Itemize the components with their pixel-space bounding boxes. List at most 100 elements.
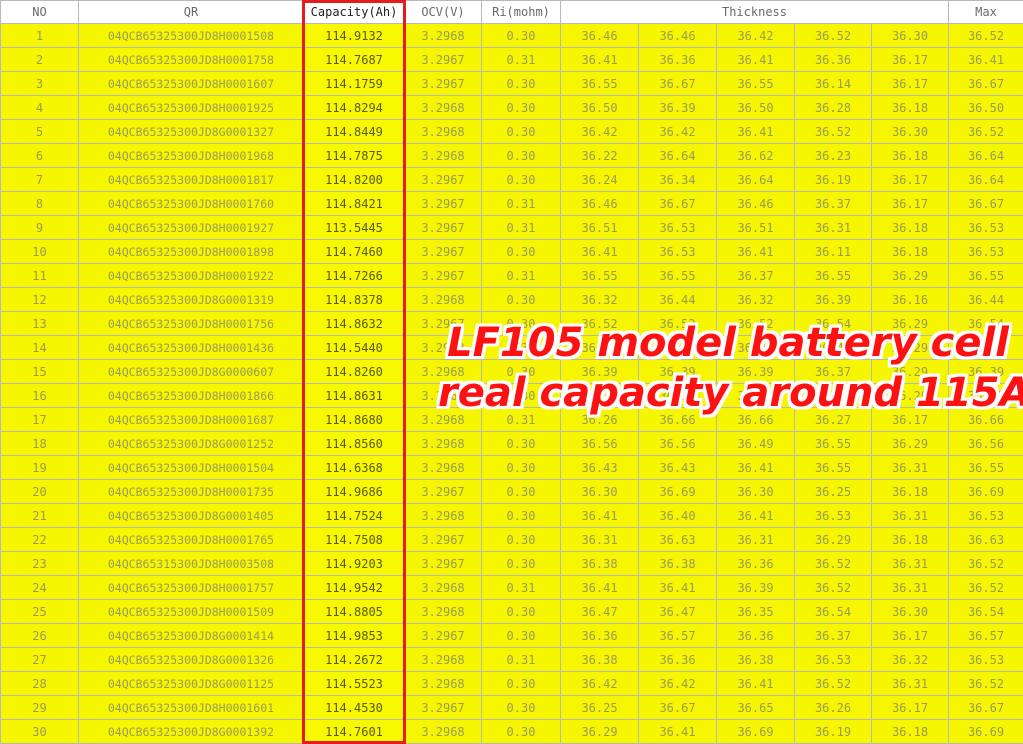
cell-ocv[interactable]: 3.2968	[404, 287, 482, 312]
cell-max[interactable]: 36.56	[948, 431, 1023, 456]
cell-thickness-3[interactable]: 36.41	[716, 47, 795, 72]
cell-no[interactable]: 5	[0, 119, 79, 144]
cell-max[interactable]: 36.52	[948, 551, 1023, 576]
cell-max[interactable]: 36.53	[948, 215, 1023, 240]
cell-qr[interactable]: 04QCB65325300JD8H0001925	[78, 95, 304, 120]
cell-capacity[interactable]: 114.5440	[303, 335, 405, 360]
cell-capacity[interactable]: 114.9686	[303, 479, 405, 504]
cell-thickness-4[interactable]: 36.55	[794, 455, 872, 480]
cell-thickness-5[interactable]: 36.17	[870, 71, 950, 96]
cell-thickness-4[interactable]: 36.23	[794, 143, 872, 168]
cell-thickness-4[interactable]: 36.36	[794, 47, 872, 72]
cell-max[interactable]: 36.54	[948, 599, 1023, 624]
cell-qr[interactable]: 04QCB65325300JD8H0001735	[78, 479, 304, 504]
cell-thickness-2[interactable]: 36.42	[638, 119, 717, 144]
cell-no[interactable]: 17	[0, 407, 79, 432]
cell-qr[interactable]: 04QCB65325300JD8G0001327	[78, 119, 304, 144]
cell-capacity[interactable]: 114.9132	[303, 23, 405, 48]
cell-ocv[interactable]: 3.2968	[404, 95, 482, 120]
cell-ri[interactable]: 0.30	[481, 623, 561, 648]
cell-ri[interactable]: 0.31	[481, 575, 561, 600]
cell-max[interactable]: 36.53	[948, 239, 1023, 264]
header-no[interactable]: NO	[0, 0, 79, 24]
cell-max[interactable]: 36.52	[948, 575, 1023, 600]
cell-no[interactable]: 28	[0, 671, 79, 696]
cell-thickness-1[interactable]: 36.56	[560, 431, 639, 456]
cell-thickness-4[interactable]: 36.19	[794, 167, 872, 192]
cell-thickness-3[interactable]: 36.46	[716, 191, 795, 216]
cell-thickness-1[interactable]: 36.24	[560, 167, 639, 192]
cell-thickness-3[interactable]: 36.41	[716, 455, 795, 480]
cell-ri[interactable]: 0.30	[481, 671, 561, 696]
cell-thickness-5[interactable]: 36.18	[870, 479, 950, 504]
cell-max[interactable]: 36.69	[948, 479, 1023, 504]
cell-ri[interactable]: 0.30	[481, 527, 561, 552]
cell-thickness-2[interactable]: 36.56	[638, 431, 717, 456]
cell-capacity[interactable]: 114.7601	[303, 719, 405, 744]
cell-thickness-2[interactable]: 36.36	[638, 647, 717, 672]
cell-qr[interactable]: 04QCB65325300JD8G0001414	[78, 623, 304, 648]
cell-qr[interactable]: 04QCB65325300JD8G0001125	[78, 671, 304, 696]
cell-ocv[interactable]: 3.2968	[404, 23, 482, 48]
cell-thickness-1[interactable]: 36.32	[560, 287, 639, 312]
cell-no[interactable]: 30	[0, 719, 79, 744]
cell-thickness-1[interactable]: 36.50	[560, 95, 639, 120]
cell-capacity[interactable]: 114.4530	[303, 695, 405, 720]
cell-no[interactable]: 7	[0, 167, 79, 192]
cell-ocv[interactable]: 3.2968	[404, 431, 482, 456]
cell-max[interactable]: 36.55	[948, 263, 1023, 288]
cell-thickness-1[interactable]: 36.41	[560, 503, 639, 528]
cell-thickness-5[interactable]: 36.30	[870, 599, 950, 624]
cell-no[interactable]: 6	[0, 143, 79, 168]
cell-thickness-4[interactable]: 36.25	[794, 479, 872, 504]
cell-thickness-5[interactable]: 36.17	[870, 167, 950, 192]
cell-capacity[interactable]: 114.8378	[303, 287, 405, 312]
cell-thickness-2[interactable]: 36.36	[638, 47, 717, 72]
cell-thickness-1[interactable]: 36.55	[560, 71, 639, 96]
cell-thickness-5[interactable]: 36.18	[870, 527, 950, 552]
cell-no[interactable]: 15	[0, 359, 79, 384]
cell-no[interactable]: 11	[0, 263, 79, 288]
cell-thickness-3[interactable]: 36.69	[716, 719, 795, 744]
cell-thickness-2[interactable]: 36.43	[638, 455, 717, 480]
cell-max[interactable]: 36.64	[948, 167, 1023, 192]
cell-no[interactable]: 9	[0, 215, 79, 240]
cell-thickness-1[interactable]: 36.36	[560, 623, 639, 648]
cell-thickness-5[interactable]: 36.31	[870, 455, 950, 480]
cell-no[interactable]: 19	[0, 455, 79, 480]
cell-thickness-2[interactable]: 36.67	[638, 695, 717, 720]
cell-ri[interactable]: 0.30	[481, 431, 561, 456]
cell-qr[interactable]: 04QCB65325300JD8G0001392	[78, 719, 304, 744]
cell-thickness-1[interactable]: 36.46	[560, 191, 639, 216]
cell-qr[interactable]: 04QCB65315300JD8H0003508	[78, 551, 304, 576]
cell-thickness-1[interactable]: 36.42	[560, 119, 639, 144]
cell-capacity[interactable]: 114.8632	[303, 311, 405, 336]
cell-max[interactable]: 36.52	[948, 119, 1023, 144]
cell-no[interactable]: 2	[0, 47, 79, 72]
cell-ocv[interactable]: 3.2968	[404, 599, 482, 624]
cell-thickness-2[interactable]: 36.44	[638, 287, 717, 312]
cell-thickness-1[interactable]: 36.41	[560, 575, 639, 600]
cell-no[interactable]: 26	[0, 623, 79, 648]
cell-max[interactable]: 36.67	[948, 191, 1023, 216]
cell-no[interactable]: 27	[0, 647, 79, 672]
cell-thickness-2[interactable]: 36.47	[638, 599, 717, 624]
cell-thickness-4[interactable]: 36.53	[794, 503, 872, 528]
cell-ri[interactable]: 0.30	[481, 143, 561, 168]
cell-qr[interactable]: 04QCB65325300JD8H0001760	[78, 191, 304, 216]
cell-thickness-5[interactable]: 36.17	[870, 191, 950, 216]
cell-ocv[interactable]: 3.2967	[404, 695, 482, 720]
header-capacity[interactable]: Capacity(Ah)	[303, 0, 405, 24]
cell-max[interactable]: 36.67	[948, 695, 1023, 720]
cell-qr[interactable]: 04QCB65325300JD8G0001319	[78, 287, 304, 312]
cell-qr[interactable]: 04QCB65325300JD8H0001927	[78, 215, 304, 240]
cell-thickness-5[interactable]: 36.18	[870, 719, 950, 744]
cell-thickness-4[interactable]: 36.11	[794, 239, 872, 264]
cell-capacity[interactable]: 114.9853	[303, 623, 405, 648]
cell-qr[interactable]: 04QCB65325300JD8H0001504	[78, 455, 304, 480]
cell-thickness-3[interactable]: 36.62	[716, 143, 795, 168]
cell-thickness-1[interactable]: 36.47	[560, 599, 639, 624]
cell-thickness-4[interactable]: 36.14	[794, 71, 872, 96]
cell-capacity[interactable]: 114.7508	[303, 527, 405, 552]
cell-thickness-3[interactable]: 36.49	[716, 431, 795, 456]
